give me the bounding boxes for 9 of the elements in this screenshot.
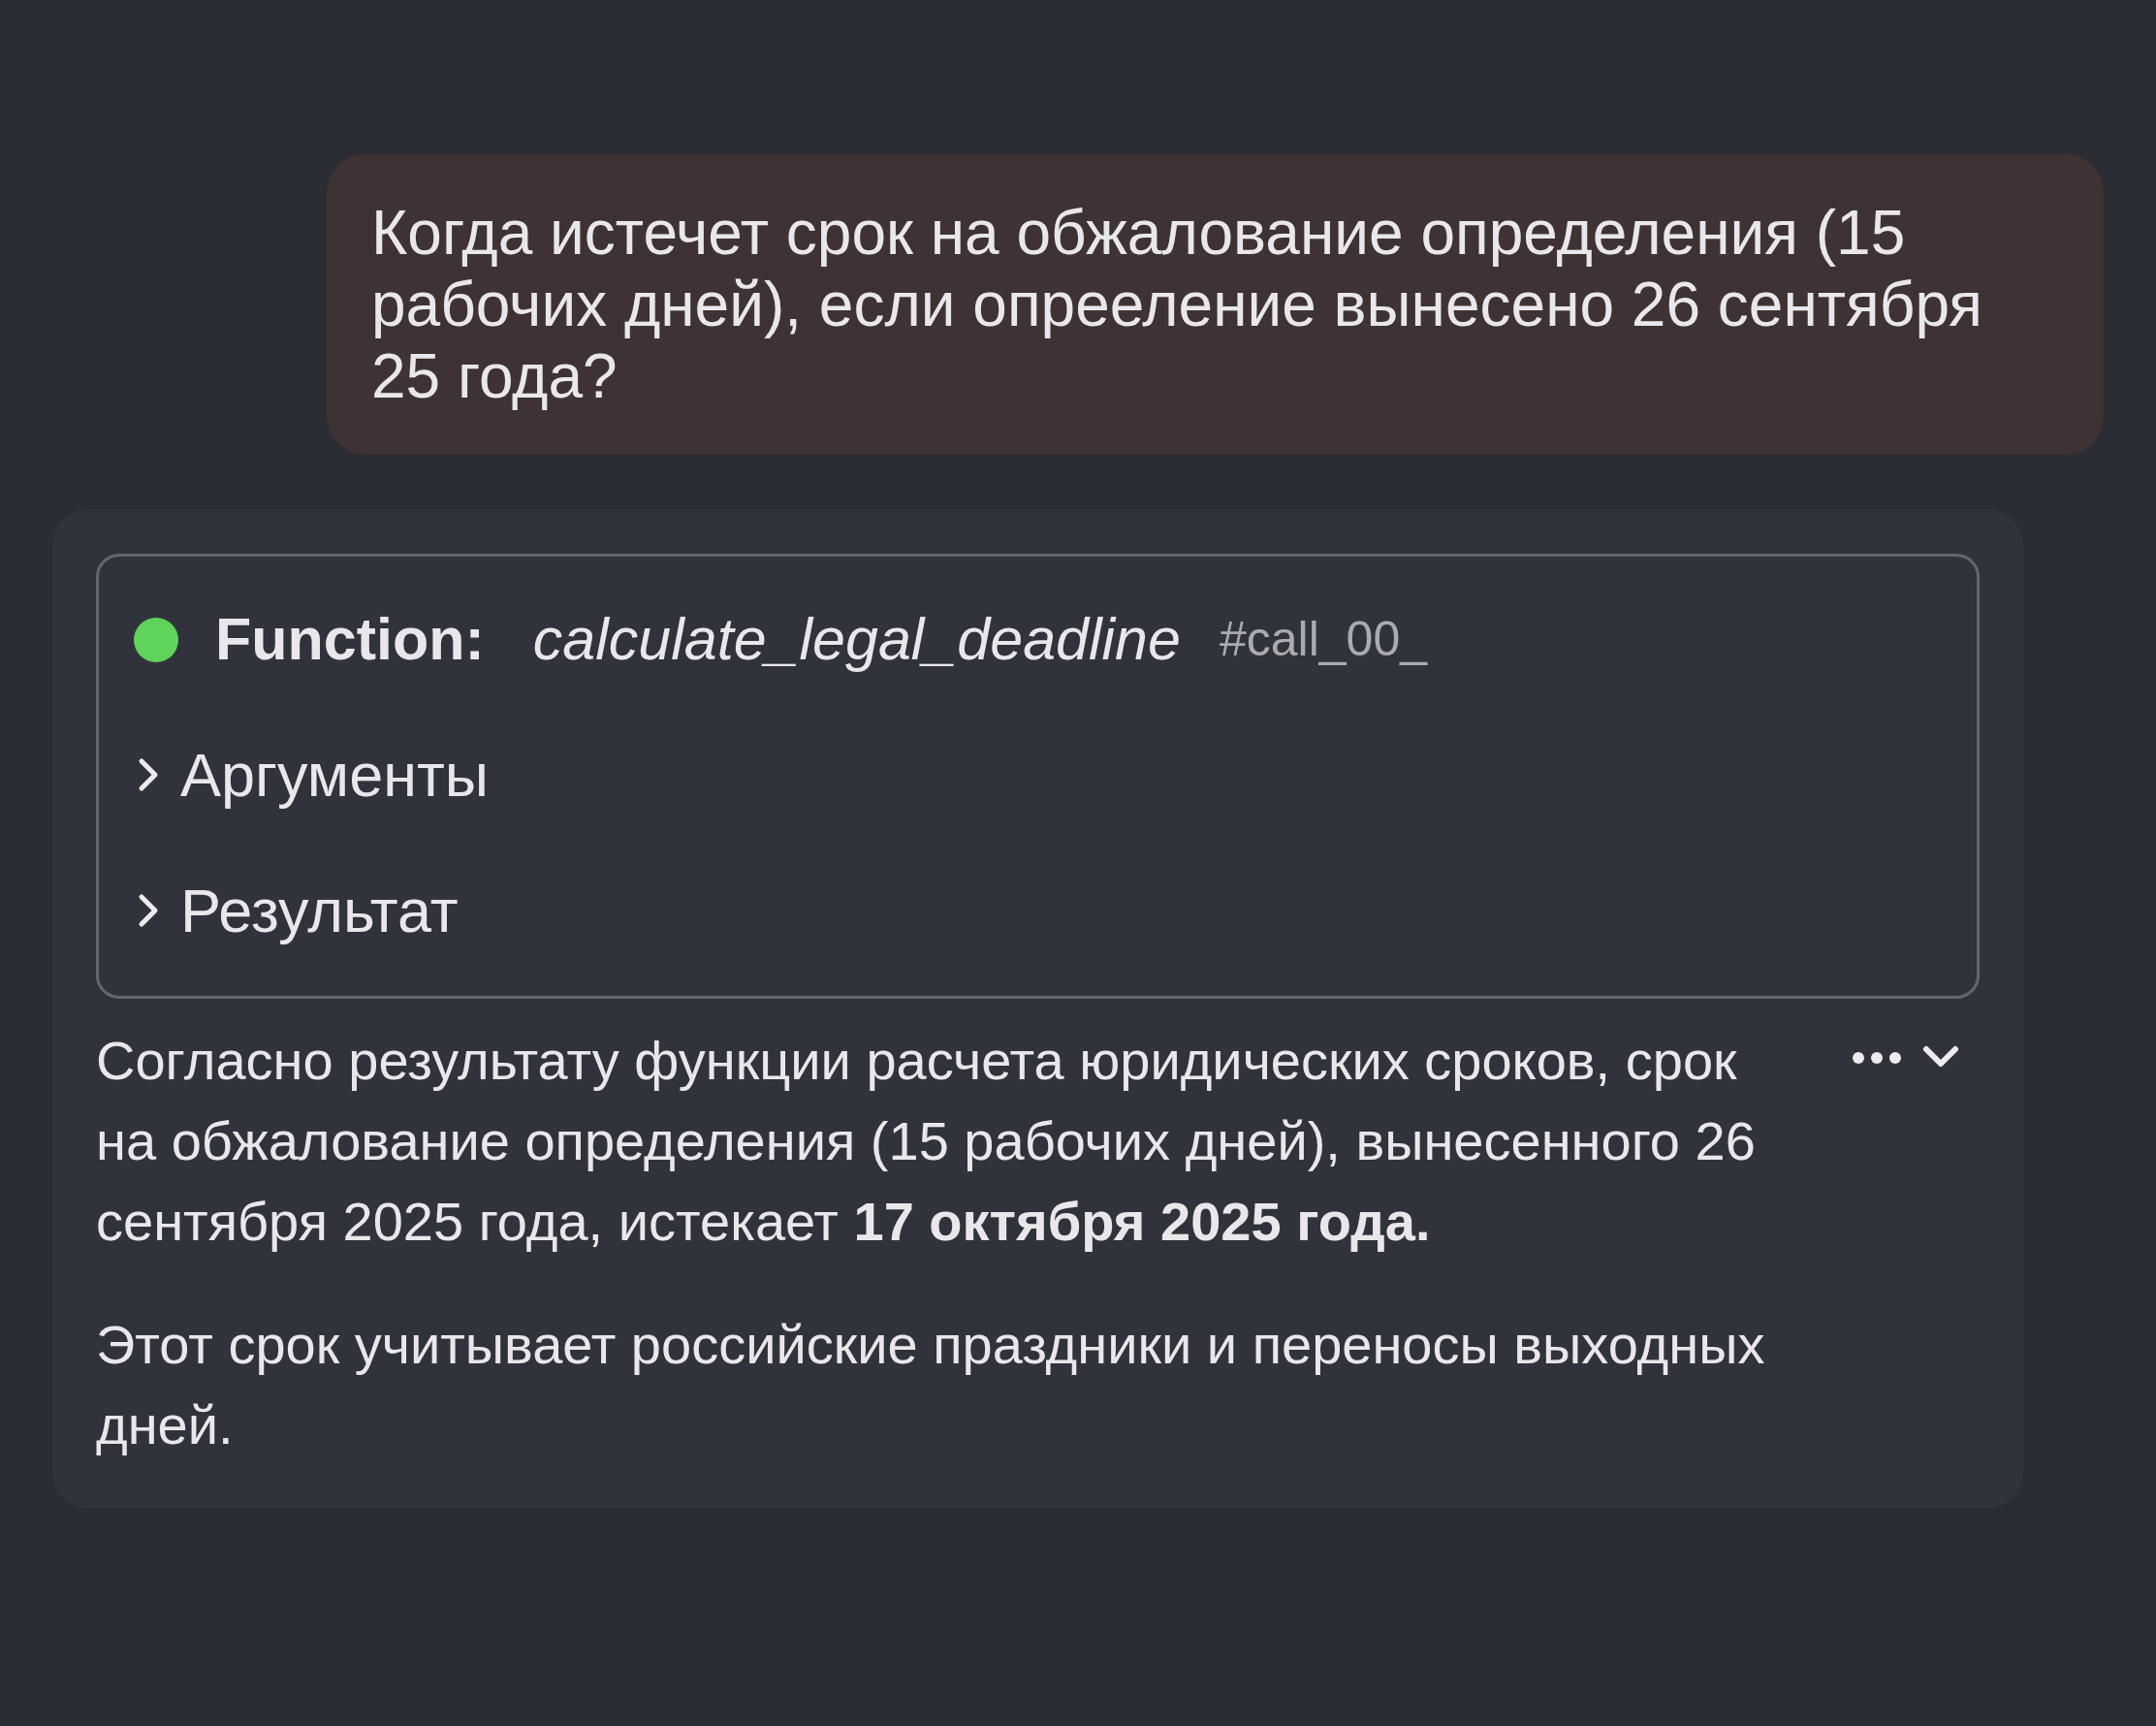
more-options-icon[interactable] xyxy=(1852,1050,1902,1065)
response-paragraph: Этот срок учитывает российские праздники и переносы выходных дней. xyxy=(96,1312,1766,1457)
collapsible-section[interactable]: Результат xyxy=(134,865,1942,957)
function-label: Function: xyxy=(215,605,485,674)
function-name: calculate_legal_deadline xyxy=(532,605,1181,674)
response-paragraph: Согласно результату функции расчета юридических сроков, срок на обжалование определения (15 рабочих дней), вынесенного 26 сентября 2025 года, истекает 17 октября 2025 года. xyxy=(96,1028,1757,1254)
collapsible-section[interactable]: Аргументы xyxy=(134,728,1942,820)
call-id: #call_00_ xyxy=(1219,611,1427,669)
user-message-text: Когда истечет срок на обжалование определения (15 рабочих дней), если опрееление вынесено 26 сентября 25 года? xyxy=(371,197,1983,412)
